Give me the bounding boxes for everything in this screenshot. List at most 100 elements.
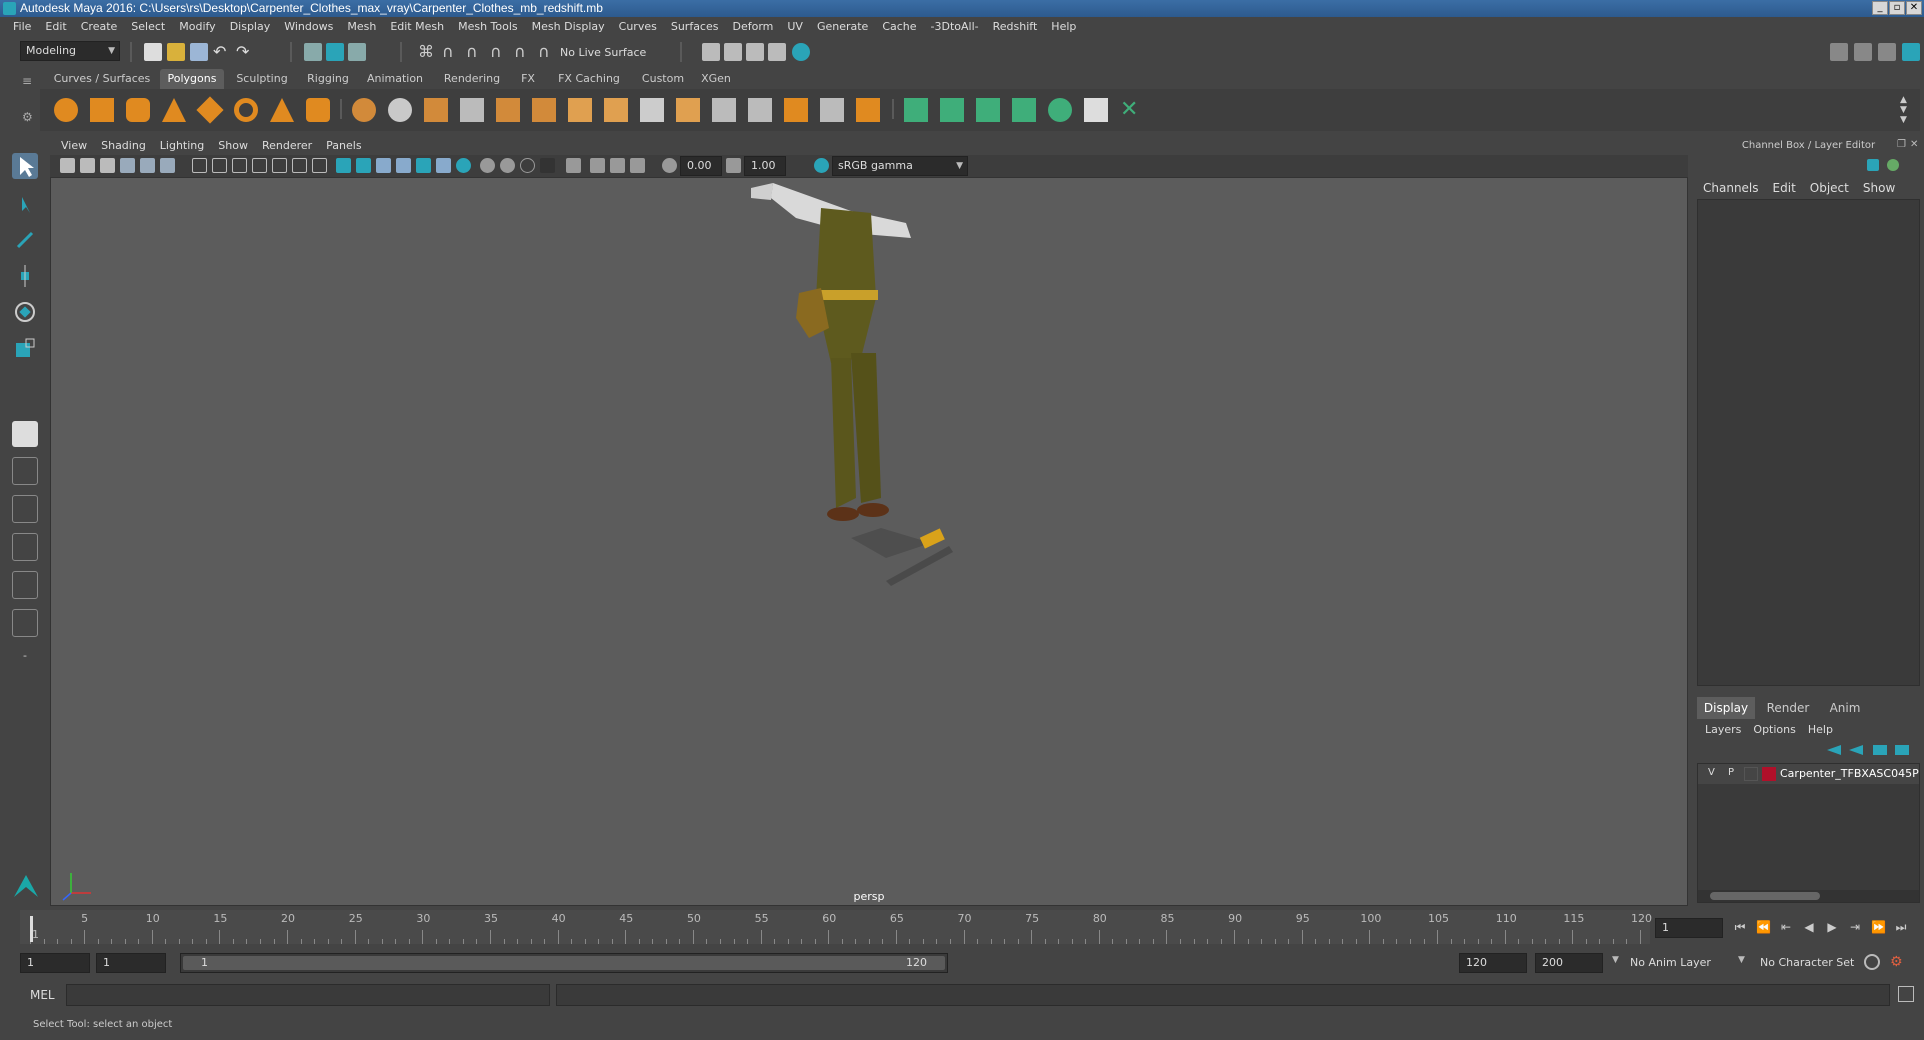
- menu-select[interactable]: Select: [124, 17, 172, 37]
- layer-playback-toggle[interactable]: P: [1728, 767, 1734, 778]
- planar-uv-icon[interactable]: [904, 98, 928, 122]
- poly-sphere-icon[interactable]: [54, 98, 78, 122]
- merge-icon[interactable]: [784, 98, 808, 122]
- shelf-menu-icon[interactable]: ≡: [22, 74, 32, 88]
- depth-of-field-icon[interactable]: [520, 158, 535, 173]
- shelf-tab-fx[interactable]: FX: [516, 69, 540, 89]
- multisample-aa-icon[interactable]: [500, 158, 515, 173]
- vp-menu-renderer[interactable]: Renderer: [255, 137, 319, 155]
- auto-key-icon[interactable]: [1864, 954, 1880, 970]
- textured-icon[interactable]: [396, 158, 411, 173]
- channel-box-toggle-icon[interactable]: [1867, 159, 1879, 171]
- render-view-icon[interactable]: [792, 43, 810, 61]
- menu-windows[interactable]: Windows: [277, 17, 340, 37]
- layer-tab-display[interactable]: Display: [1697, 697, 1755, 719]
- poly-cube-icon[interactable]: [90, 98, 114, 122]
- cut-uv-icon[interactable]: ✕: [1120, 98, 1144, 122]
- automatic-uv-icon[interactable]: [1012, 98, 1036, 122]
- live-surface-label[interactable]: No Live Surface: [560, 46, 646, 59]
- poly-pyramid-icon[interactable]: [270, 98, 294, 122]
- layer-scrollbar-thumb[interactable]: [1710, 892, 1820, 900]
- modeling-toolkit-icon[interactable]: [1830, 43, 1848, 61]
- menu-display[interactable]: Display: [223, 17, 278, 37]
- snap-view-plane-icon[interactable]: ∩: [490, 43, 508, 61]
- go-to-start-icon[interactable]: ⏮: [1733, 920, 1747, 934]
- spherical-uv-icon[interactable]: [976, 98, 1000, 122]
- uv-editor-icon[interactable]: [1048, 98, 1072, 122]
- backface-culling-icon[interactable]: [630, 158, 645, 173]
- shelf-tab-sculpting[interactable]: Sculpting: [230, 69, 294, 89]
- grease-pencil-icon[interactable]: [160, 158, 175, 173]
- character-set-selector[interactable]: No Character Set: [1760, 956, 1854, 969]
- paint-select-tool-icon[interactable]: [12, 227, 38, 253]
- select-object-icon[interactable]: [326, 43, 344, 61]
- menu-uv[interactable]: UV: [780, 17, 810, 37]
- range-start-field[interactable]: 1: [96, 953, 166, 973]
- 2d-pan-zoom-icon[interactable]: [140, 158, 155, 173]
- boolean-icon[interactable]: [496, 98, 520, 122]
- menu-mesh[interactable]: Mesh: [340, 17, 383, 37]
- xray-icon[interactable]: [566, 158, 581, 173]
- field-chart-icon[interactable]: [272, 158, 287, 173]
- close-button[interactable]: ✕: [1906, 1, 1922, 15]
- new-layer-selected-icon[interactable]: [1895, 745, 1909, 755]
- open-scene-icon[interactable]: [167, 43, 185, 61]
- current-frame-field[interactable]: 1: [1655, 918, 1723, 938]
- maya-mudbox-icon[interactable]: [12, 873, 38, 903]
- play-backwards-icon[interactable]: ◀: [1802, 920, 1816, 934]
- vp-menu-lighting[interactable]: Lighting: [153, 137, 211, 155]
- le-menu-help[interactable]: Help: [1808, 723, 1833, 736]
- chevron-down-icon[interactable]: ▼: [1738, 955, 1745, 965]
- exposure-icon[interactable]: [662, 158, 677, 173]
- attribute-editor-icon[interactable]: [1854, 43, 1872, 61]
- menu-file[interactable]: File: [6, 17, 38, 37]
- close-panel-icon[interactable]: ✕: [1910, 139, 1918, 150]
- single-perspective-view-icon[interactable]: [12, 421, 38, 447]
- snap-curve-icon[interactable]: ∩: [442, 43, 460, 61]
- layer-editor-toggle-icon[interactable]: [1887, 159, 1899, 171]
- undo-icon[interactable]: ↶: [213, 43, 231, 61]
- camera-attributes-icon[interactable]: [80, 158, 95, 173]
- poly-plane-icon[interactable]: [196, 96, 224, 124]
- animation-preferences-icon[interactable]: ⚙: [1890, 954, 1906, 970]
- poly-torus-icon[interactable]: [234, 98, 258, 122]
- color-space-dropdown[interactable]: sRGB gamma ▼: [832, 156, 968, 176]
- select-tool-icon[interactable]: [12, 153, 38, 179]
- layer-color-swatch[interactable]: [1762, 767, 1776, 781]
- menu-deform[interactable]: Deform: [725, 17, 780, 37]
- menu-redshift[interactable]: Redshift: [986, 17, 1045, 37]
- poly-cylinder-icon[interactable]: [126, 98, 150, 122]
- extract-icon[interactable]: [424, 98, 448, 122]
- rotate-tool-icon[interactable]: [12, 299, 38, 325]
- smooth-shade-icon[interactable]: [356, 158, 371, 173]
- move-tool-icon[interactable]: [12, 263, 38, 289]
- select-hierarchy-icon[interactable]: [304, 43, 322, 61]
- shelf-tab-animation[interactable]: Animation: [360, 69, 430, 89]
- persp-outliner-layout-icon[interactable]: [12, 495, 38, 523]
- separate-icon[interactable]: [388, 98, 412, 122]
- vp-menu-panels[interactable]: Panels: [319, 137, 368, 155]
- mirror-icon[interactable]: [532, 98, 556, 122]
- menu-modify[interactable]: Modify: [172, 17, 222, 37]
- save-scene-icon[interactable]: [190, 43, 208, 61]
- xray-components-icon[interactable]: [610, 158, 625, 173]
- cb-menu-object[interactable]: Object: [1810, 181, 1849, 195]
- step-back-frame-icon[interactable]: ⏪: [1756, 920, 1771, 934]
- safe-action-icon[interactable]: [292, 158, 307, 173]
- move-layer-up-icon[interactable]: [1827, 745, 1841, 755]
- shelf-tab-fx-caching[interactable]: FX Caching: [550, 69, 628, 89]
- render-frame-icon[interactable]: [702, 43, 720, 61]
- minimize-button[interactable]: _: [1872, 1, 1888, 15]
- combine-icon[interactable]: [352, 98, 376, 122]
- cb-menu-edit[interactable]: Edit: [1773, 181, 1796, 195]
- gamma-field[interactable]: 1.00: [744, 156, 786, 176]
- cb-menu-channels[interactable]: Channels: [1703, 181, 1759, 195]
- snap-surface-icon[interactable]: ∩: [538, 43, 556, 61]
- new-layer-icon[interactable]: [1873, 745, 1887, 755]
- edge-loop-icon[interactable]: [748, 98, 772, 122]
- multi-cut-icon[interactable]: [712, 98, 736, 122]
- menu-help[interactable]: Help: [1044, 17, 1083, 37]
- tool-settings-icon[interactable]: [1878, 43, 1896, 61]
- range-end-field[interactable]: 120: [1459, 953, 1527, 973]
- layer-tab-render[interactable]: Render: [1759, 697, 1817, 719]
